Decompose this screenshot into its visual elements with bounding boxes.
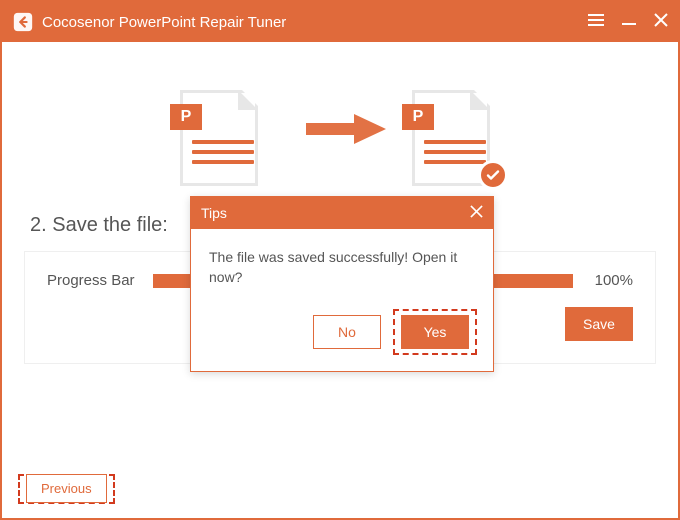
checkmark-badge-icon: [478, 160, 508, 190]
title-left: Cocosenor PowerPoint Repair Tuner: [12, 11, 286, 33]
yes-highlight: Yes: [393, 309, 477, 355]
illustration: P P: [120, 66, 560, 206]
dialog-message: The file was saved successfully! Open it…: [191, 229, 493, 301]
footer: Previous: [18, 474, 115, 504]
doc-tag: P: [402, 104, 434, 130]
previous-button[interactable]: Previous: [26, 474, 107, 503]
dialog-actions: No Yes: [191, 301, 493, 371]
tips-dialog: Tips The file was saved successfully! Op…: [190, 196, 494, 372]
app-logo-icon: [12, 11, 34, 33]
minimize-icon[interactable]: [622, 13, 636, 32]
window-controls: [588, 13, 668, 32]
arrow-icon: [306, 114, 386, 144]
menu-icon[interactable]: [588, 13, 604, 32]
doc-tag: P: [170, 104, 202, 130]
content-area: P P 2. Save the file: Progress Bar 100% …: [2, 42, 678, 518]
progress-label: Progress Bar: [47, 272, 139, 289]
dialog-title: Tips: [201, 205, 227, 221]
previous-highlight: Previous: [18, 474, 115, 504]
app-title: Cocosenor PowerPoint Repair Tuner: [42, 14, 286, 31]
source-doc-icon: P: [180, 84, 264, 188]
app-window: Cocosenor PowerPoint Repair Tuner P: [0, 0, 680, 520]
save-button[interactable]: Save: [565, 307, 633, 341]
dialog-header: Tips: [191, 197, 493, 229]
no-button[interactable]: No: [313, 315, 381, 349]
progress-percent: 100%: [587, 272, 633, 289]
yes-button[interactable]: Yes: [401, 315, 469, 349]
close-icon[interactable]: [654, 13, 668, 32]
dialog-close-icon[interactable]: [470, 205, 483, 221]
titlebar: Cocosenor PowerPoint Repair Tuner: [2, 2, 678, 42]
